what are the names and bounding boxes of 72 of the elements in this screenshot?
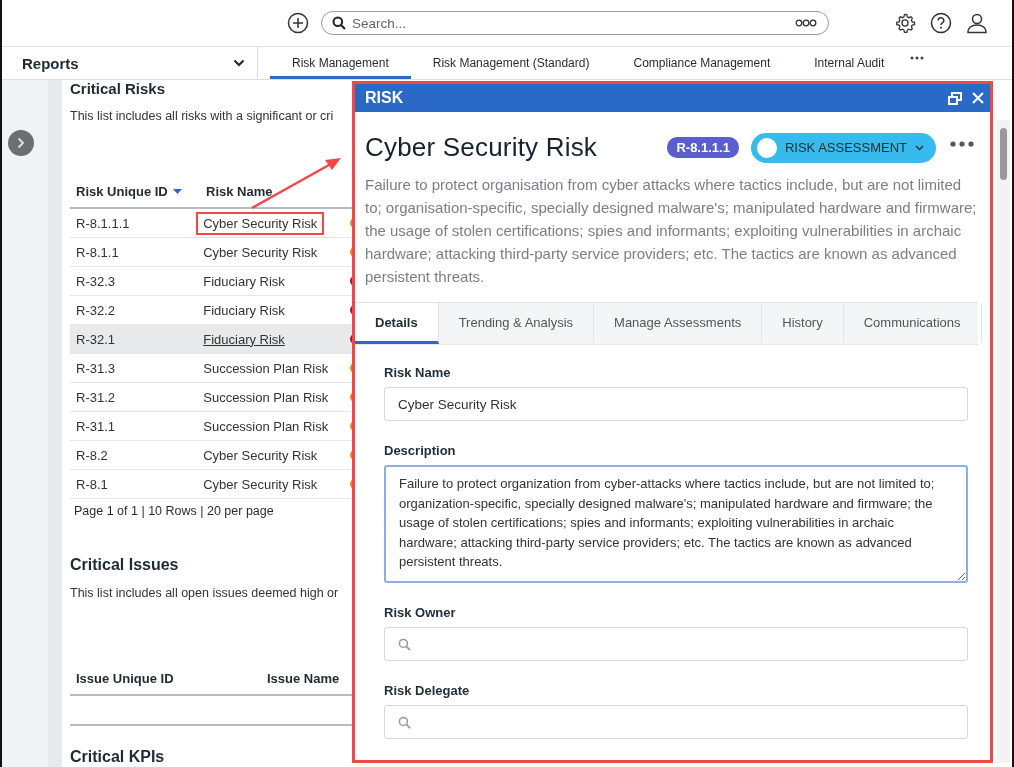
workflow-status-button[interactable]: RISK ASSESSMENT bbox=[750, 132, 936, 163]
add-icon[interactable] bbox=[287, 12, 309, 34]
table-cell-text: R-8.1 bbox=[75, 476, 109, 492]
table-cell-text: R-8.1.1 bbox=[75, 244, 120, 260]
settings-icon[interactable] bbox=[894, 12, 916, 34]
options-icon[interactable] bbox=[795, 19, 817, 27]
risk-name-link[interactable]: Cyber Security Risk bbox=[198, 213, 323, 233]
search-icon bbox=[398, 637, 411, 651]
nav-tab[interactable]: Risk Management (Standard) bbox=[410, 47, 612, 79]
chevron-right-icon bbox=[17, 137, 25, 149]
risk-description: Failure to protect organisation from cyber attacks where tactics include, but are not limited to; organisation-specific, specially designed malware's; manipulated hardware and firmware; the usage of stolen certifications; spies and informants; exploiting vulnerabilities in archaic hardware; attacking third-party service providers; etc. The tactics are known as advanced persistent threats. bbox=[365, 175, 978, 287]
panel-tab[interactable]: Communications bbox=[843, 303, 982, 344]
column-header[interactable]: Issue Unique ID bbox=[70, 670, 261, 686]
risk-title: Cyber Security Risk bbox=[365, 132, 598, 163]
risk-name-link[interactable]: Succession Plan Risk bbox=[198, 358, 334, 378]
risk-name-link[interactable]: Cyber Security Risk bbox=[198, 474, 323, 494]
table-cell-text: R-32.3 bbox=[75, 273, 117, 289]
scrollbar[interactable] bbox=[997, 120, 1010, 763]
chevron-down-icon bbox=[915, 144, 924, 151]
column-header[interactable]: Risk Name bbox=[206, 183, 273, 199]
close-icon[interactable] bbox=[972, 92, 984, 104]
risk-name-link[interactable]: Fiduciary Risk bbox=[198, 300, 290, 320]
field-label: Risk Delegate bbox=[384, 683, 471, 698]
column-header[interactable]: Risk Unique ID bbox=[76, 183, 168, 199]
field-label: Description bbox=[384, 443, 457, 458]
panel-tab[interactable]: History bbox=[762, 303, 844, 344]
status-circle-icon bbox=[756, 137, 777, 158]
restore-window-icon[interactable] bbox=[948, 91, 962, 105]
table-cell-text: R-32.2 bbox=[75, 302, 117, 318]
lookup-field[interactable] bbox=[384, 705, 968, 739]
section-title: Critical Issues bbox=[70, 556, 180, 574]
more-options-icon[interactable] bbox=[950, 140, 974, 147]
user-icon[interactable] bbox=[966, 12, 988, 34]
panel-title: RISK bbox=[365, 89, 404, 107]
chevron-down-icon bbox=[233, 59, 245, 67]
help-icon[interactable] bbox=[930, 12, 952, 34]
nav-tab[interactable]: Internal Audit bbox=[792, 47, 907, 79]
sort-caret-icon[interactable] bbox=[172, 188, 182, 194]
expand-button[interactable] bbox=[8, 130, 34, 156]
text-field[interactable]: Cyber Security Risk bbox=[384, 387, 968, 421]
risk-name-link[interactable]: Succession Plan Risk bbox=[198, 387, 334, 407]
table-cell-text: R-31.3 bbox=[75, 360, 117, 376]
table-cell-text: R-8.1.1.1 bbox=[75, 215, 131, 231]
nav-tab[interactable]: Compliance Management bbox=[611, 47, 793, 79]
panel-tab[interactable]: Trending & Analysis bbox=[438, 303, 595, 344]
more-icon[interactable] bbox=[910, 56, 925, 60]
description-field[interactable]: Failure to protect organization from cyber-attacks where tactics include, but are not limited to; organization-specific, specially designed malware's; manipulated hardware and firmware; the usage of stolen certifications; spies and informants; exploiting vulnerabilities in archaic hardware; attacking third-party service providers; etc. The tactics are known as advanced persistent threats. bbox=[384, 465, 968, 583]
risk-name-link[interactable]: Cyber Security Risk bbox=[198, 445, 323, 465]
id-badge: R-8.1.1.1 bbox=[667, 137, 739, 158]
field-label: Risk Name bbox=[384, 365, 452, 380]
risk-name-link[interactable]: Fiduciary Risk bbox=[198, 329, 290, 349]
table-cell-text: R-31.1 bbox=[75, 418, 117, 434]
field-label: Risk Owner bbox=[384, 605, 457, 620]
table-cell-text: R-8.2 bbox=[75, 447, 109, 463]
panel-tab[interactable]: Details bbox=[355, 303, 439, 344]
search-field[interactable]: Search... bbox=[321, 11, 829, 35]
table-row[interactable]: R-8.1.1.1 Cyber Security Risk bbox=[70, 209, 360, 238]
lookup-field[interactable] bbox=[384, 627, 968, 661]
risk-name-link[interactable]: Succession Plan Risk bbox=[198, 416, 334, 436]
section-title: Critical KPIs bbox=[70, 748, 166, 766]
section-description: This list includes all risks with a significant or cri bbox=[70, 109, 335, 123]
risk-name-link[interactable]: Cyber Security Risk bbox=[198, 242, 323, 262]
search-icon bbox=[398, 715, 411, 729]
column-header[interactable]: Issue Name bbox=[261, 670, 340, 686]
table-cell-text: R-31.2 bbox=[75, 389, 117, 405]
section-description: This list includes all open issues deemed high or bbox=[70, 586, 340, 600]
section-title: Critical Risks bbox=[70, 80, 167, 97]
risk-name-link[interactable]: Fiduciary Risk bbox=[198, 271, 290, 291]
search-icon bbox=[332, 16, 346, 30]
panel-tab[interactable]: Manage Assessments bbox=[594, 303, 763, 344]
table-cell-text: R-32.1 bbox=[75, 331, 117, 347]
pagination-info: Page 1 of 1 | 10 Rows | 20 per page bbox=[74, 504, 275, 518]
